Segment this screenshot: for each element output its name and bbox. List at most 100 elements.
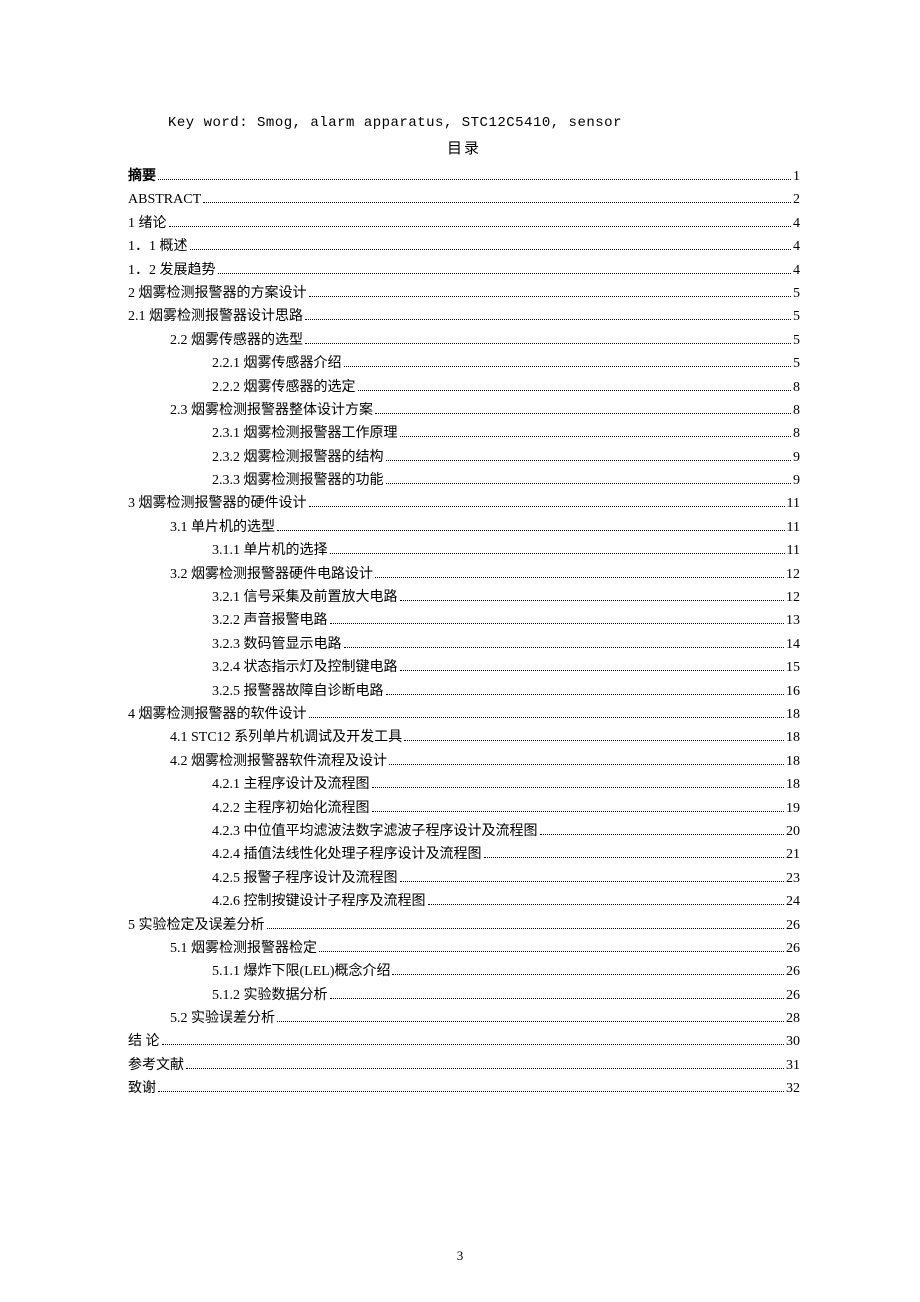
toc-entry-label: 4.2.4 插值法线性化处理子程序设计及流程图	[212, 844, 482, 866]
toc-entry-label: 3.2.3 数码管显示电路	[212, 634, 342, 656]
toc-entry: 3.2.5 报警器故障自诊断电路 16	[128, 681, 800, 703]
toc-entry-page: 26	[786, 985, 800, 1007]
toc-entry-page: 21	[786, 844, 800, 866]
toc-entry: 5.1 烟雾检测报警器检定26	[128, 938, 800, 960]
toc-entry-page: 26	[786, 961, 800, 983]
toc-entry: 2.3.2 烟雾检测报警器的结构 9	[128, 447, 800, 469]
toc-entry: 4.2 烟雾检测报警器软件流程及设计18	[128, 751, 800, 773]
toc-entry: 2 烟雾检测报警器的方案设计5	[128, 283, 800, 305]
table-of-contents: 摘要1ABSTRACT21 绪论41．1 概述41．2 发展趋势42 烟雾检测报…	[128, 166, 800, 1101]
toc-entry: 4.2.6 控制按键设计子程序及流程图24	[128, 891, 800, 913]
toc-entry-label: 3 烟雾检测报警器的硬件设计	[128, 493, 307, 515]
toc-entry-page: 11	[787, 493, 800, 515]
toc-entry: 3.2.1 信号采集及前置放大电路12	[128, 587, 800, 609]
toc-entry: 4.2.5 报警子程序设计及流程图 23	[128, 868, 800, 890]
toc-entry-page: 4	[793, 236, 800, 258]
toc-entry-page: 30	[786, 1031, 800, 1053]
toc-title: 目录	[128, 137, 800, 158]
toc-leader-dots	[203, 202, 791, 203]
toc-entry-label: 3.2.1 信号采集及前置放大电路	[212, 587, 398, 609]
toc-entry: 4.2.4 插值法线性化处理子程序设计及流程图 21	[128, 844, 800, 866]
toc-entry: 3.2.2 声音报警电路13	[128, 610, 800, 632]
toc-entry: 2.2.1 烟雾传感器介绍5	[128, 353, 800, 375]
toc-entry-label: 3.2.4 状态指示灯及控制键电路	[212, 657, 398, 679]
toc-entry-page: 28	[786, 1008, 800, 1030]
toc-leader-dots	[372, 787, 785, 788]
toc-entry: 1 绪论4	[128, 213, 800, 235]
toc-entry-page: 13	[786, 610, 800, 632]
toc-leader-dots	[344, 647, 785, 648]
toc-entry-label: 5.2 实验误差分析	[170, 1008, 275, 1030]
toc-leader-dots	[277, 1021, 784, 1022]
toc-entry-label: 4.1 STC12 系列单片机调试及开发工具	[170, 727, 402, 749]
toc-entry-label: 4.2.5 报警子程序设计及流程图	[212, 868, 398, 890]
toc-leader-dots	[162, 1044, 785, 1045]
toc-entry-label: 3.1 单片机的选型	[170, 517, 275, 539]
toc-leader-dots	[158, 1091, 784, 1092]
toc-entry: 3.2 烟雾检测报警器硬件电路设计12	[128, 564, 800, 586]
toc-entry-page: 32	[786, 1078, 800, 1100]
toc-entry-page: 4	[793, 260, 800, 282]
toc-entry: 1．1 概述4	[128, 236, 800, 258]
toc-entry-label: 2.2.1 烟雾传感器介绍	[212, 353, 342, 375]
toc-entry: 参考文献31	[128, 1055, 800, 1077]
toc-entry-label: 2.3.3 烟雾检测报警器的功能	[212, 470, 384, 492]
toc-leader-dots	[358, 390, 792, 391]
toc-entry-page: 1	[793, 166, 800, 188]
toc-entry-label: 2.3.2 烟雾检测报警器的结构	[212, 447, 384, 469]
toc-entry-page: 24	[786, 891, 800, 913]
toc-entry-label: 3.2.5 报警器故障自诊断电路	[212, 681, 384, 703]
toc-entry-page: 2	[793, 189, 800, 211]
toc-entry-label: 4 烟雾检测报警器的软件设计	[128, 704, 307, 726]
toc-entry: 摘要 1	[128, 166, 800, 188]
toc-entry-page: 8	[793, 423, 800, 445]
toc-entry-label: 5.1 烟雾检测报警器检定	[170, 938, 317, 960]
toc-entry: ABSTRACT 2	[128, 189, 800, 211]
toc-entry: 4 烟雾检测报警器的软件设计18	[128, 704, 800, 726]
toc-leader-dots	[305, 343, 791, 344]
toc-entry-label: 2.3.1 烟雾检测报警器工作原理	[212, 423, 398, 445]
toc-entry-label: ABSTRACT	[128, 189, 201, 211]
toc-entry-page: 20	[786, 821, 800, 843]
toc-leader-dots	[400, 670, 785, 671]
toc-entry-page: 11	[787, 517, 800, 539]
toc-entry: 4.2.3 中位值平均滤波法数字滤波子程序设计及流程图20	[128, 821, 800, 843]
toc-entry: 2.2 烟雾传感器的选型5	[128, 330, 800, 352]
toc-entry-label: 3.2 烟雾检测报警器硬件电路设计	[170, 564, 373, 586]
toc-entry-page: 16	[786, 681, 800, 703]
toc-entry-page: 15	[786, 657, 800, 679]
toc-leader-dots	[392, 974, 784, 975]
toc-entry: 2.2.2 烟雾传感器的选定8	[128, 377, 800, 399]
toc-entry-label: 摘要	[128, 166, 156, 188]
toc-entry-page: 11	[787, 540, 800, 562]
toc-leader-dots	[218, 273, 792, 274]
toc-leader-dots	[372, 811, 785, 812]
toc-leader-dots	[277, 530, 785, 531]
toc-leader-dots	[375, 577, 784, 578]
toc-entry: 致谢32	[128, 1078, 800, 1100]
toc-entry-label: 5 实验检定及误差分析	[128, 915, 265, 937]
toc-entry-label: 5.1.2 实验数据分析	[212, 985, 328, 1007]
toc-leader-dots	[375, 413, 791, 414]
toc-entry-page: 14	[786, 634, 800, 656]
toc-entry-page: 9	[793, 447, 800, 469]
toc-leader-dots	[190, 249, 792, 250]
toc-entry: 4.2.2 主程序初始化流程图19	[128, 798, 800, 820]
toc-leader-dots	[330, 998, 785, 999]
toc-leader-dots	[309, 296, 792, 297]
toc-entry: 3.1 单片机的选型 11	[128, 517, 800, 539]
toc-entry-label: 4.2.2 主程序初始化流程图	[212, 798, 370, 820]
toc-leader-dots	[400, 436, 792, 437]
toc-leader-dots	[404, 740, 784, 741]
toc-entry: 4.2.1 主程序设计及流程图18	[128, 774, 800, 796]
toc-leader-dots	[305, 319, 791, 320]
toc-entry-page: 23	[786, 868, 800, 890]
toc-entry: 5 实验检定及误差分析26	[128, 915, 800, 937]
toc-entry: 2.3.3 烟雾检测报警器的功能9	[128, 470, 800, 492]
toc-entry: 2.3 烟雾检测报警器整体设计方案8	[128, 400, 800, 422]
toc-leader-dots	[267, 928, 785, 929]
toc-entry-label: 2.2 烟雾传感器的选型	[170, 330, 303, 352]
toc-entry-page: 31	[786, 1055, 800, 1077]
toc-entry-page: 18	[786, 774, 800, 796]
toc-entry-label: 1．2 发展趋势	[128, 260, 216, 282]
